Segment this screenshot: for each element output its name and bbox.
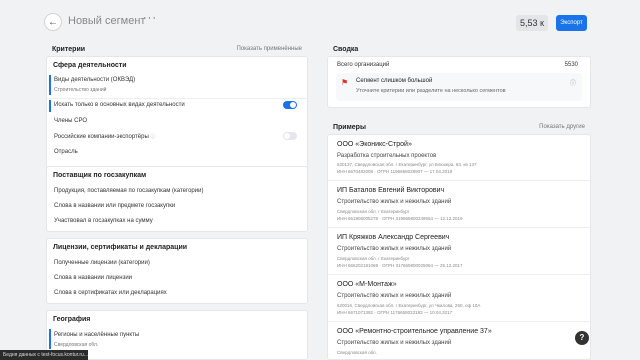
criteria-title: Критерии <box>52 45 86 53</box>
org-address: Свердловская обл. <box>337 350 377 355</box>
org-address: Свердловская обл. г Екатеринбург <box>337 256 410 261</box>
show-other-link[interactable]: Показать другие <box>539 124 585 130</box>
words-purchase-label[interactable]: Слова в названии или предмете госзакупки <box>54 203 175 209</box>
back-button[interactable]: ← <box>44 13 62 31</box>
org-ids: ИНН 6671071392 · ОГРН 1176658023182 — 10… <box>337 310 453 315</box>
divider <box>328 321 590 322</box>
org-name[interactable]: ООО «М-Монтаж» <box>337 281 397 288</box>
org-ids: ИНН 6670482008 · ОГРН 1196658028907 — 17… <box>337 169 453 174</box>
help-button[interactable]: ? <box>575 331 589 345</box>
count-badge: 5,53 к <box>516 15 548 31</box>
browser-status-bar: Бедня данных с test-focus.kontur.ru... <box>0 350 88 360</box>
org-category: Строительство жилых и нежилых зданий <box>337 199 452 205</box>
sro-label[interactable]: Члены СРО <box>54 118 87 124</box>
main-only-label: Искать только в основных видах деятельно… <box>54 102 185 108</box>
regions-value: Свердловская обл. <box>54 342 99 348</box>
divider <box>328 227 590 228</box>
criteria-column: Критерии Показать применённые Сфера деят… <box>46 40 308 360</box>
examples-title: Примеры <box>333 123 366 131</box>
main-only-toggle[interactable] <box>283 101 297 109</box>
org-category: Строительство жилых и нежилых зданий <box>337 246 452 252</box>
org-address: 620016, Свердловская обл. г Екатеринбург… <box>337 303 481 308</box>
segment-title[interactable]: Новый сегмент <box>68 15 145 27</box>
license-words-label[interactable]: Слова в названии лицензии <box>54 275 132 281</box>
show-applied-link[interactable]: Показать применённые <box>237 46 303 52</box>
summary-column: Сводка Всего организаций 5530 ⚑ Сегмент … <box>327 40 591 360</box>
received-licenses-label[interactable]: Полученные лицензии (категории) <box>54 260 150 266</box>
org-name[interactable]: ИП Баталов Евгений Викторович <box>337 187 444 194</box>
warning-title: Сегмент слишком большой <box>356 78 433 84</box>
supplier-card: Поставщик по госзакупкам Продукция, пост… <box>46 166 308 232</box>
divider <box>328 180 590 181</box>
cert-words-label[interactable]: Слова в сертификатах или декларациях <box>54 290 167 296</box>
export-button[interactable]: Экспорт <box>556 15 587 31</box>
top-bar: ← Новый сегмент ··· 5,53 к Экспорт <box>0 0 640 38</box>
exporters-label: Российские компании-экспортёры ⓘ <box>54 134 156 140</box>
okved-label[interactable]: Виды деятельности (ОКВЭД) <box>54 77 135 83</box>
selected-indicator <box>49 75 51 95</box>
warning-box: ⚑ Сегмент слишком большой Уточните крите… <box>336 73 582 101</box>
all-orgs-value: 5530 <box>564 62 578 68</box>
org-address: Свердловская обл. г Екатеринбург <box>337 209 410 214</box>
info-icon: ⓘ <box>150 134 156 140</box>
org-category: Разработка строительных проектов <box>337 153 437 159</box>
exporters-toggle[interactable] <box>283 132 297 140</box>
org-ids: ИНН 666202181069 · ОГРН 317665800025064 … <box>337 263 463 268</box>
org-category: Строительство жилых и нежилых зданий <box>337 293 452 299</box>
selected-indicator <box>49 100 51 112</box>
products-label[interactable]: Продукция, поставляемая по госзакупкам (… <box>54 188 203 194</box>
info-icon[interactable]: ⓘ <box>570 78 576 87</box>
org-address: 620137, Свердловская обл. г Екатеринбург… <box>337 162 477 167</box>
summary-card: Всего организаций 5530 ⚑ Сегмент слишком… <box>327 56 591 108</box>
sum-label[interactable]: Участвовал в госзакупках на сумму <box>54 218 153 224</box>
org-category: Строительство жилых и нежилых зданий <box>337 340 452 346</box>
activity-title: Сфера деятельности <box>53 62 127 69</box>
org-name[interactable]: ООО «Ремонтно-строительное управление 37… <box>337 328 492 335</box>
divider <box>47 98 307 99</box>
divider <box>328 274 590 275</box>
org-name[interactable]: ООО «Эконикс-Строй» <box>337 141 412 148</box>
okved-value: Строительство зданий <box>54 87 107 93</box>
warning-text: Уточните критерии или разделите на неско… <box>356 88 506 94</box>
summary-title: Сводка <box>333 45 359 53</box>
arrow-left-icon: ← <box>48 16 58 28</box>
regions-label[interactable]: Регионы и населённые пункты <box>54 332 139 338</box>
org-ids: ИНН 661906005278 · ОГРН 319665800249554 … <box>337 216 463 221</box>
supplier-title: Поставщик по госзакупкам <box>53 172 147 179</box>
org-name[interactable]: ИП Кряжков Александр Сергеевич <box>337 234 449 241</box>
more-options-icon[interactable]: ··· <box>143 12 157 24</box>
examples-card: ООО «Эконикс-Строй» Разработка строитель… <box>327 134 591 360</box>
licenses-title: Лицензии, сертификаты и декларации <box>53 244 188 251</box>
flag-icon: ⚑ <box>341 78 349 87</box>
all-orgs-label: Всего организаций <box>337 62 390 68</box>
selected-indicator <box>49 329 51 349</box>
industry-label[interactable]: Отрасль <box>54 149 78 155</box>
geo-title: География <box>53 316 91 323</box>
licenses-card: Лицензии, сертификаты и декларации Получ… <box>46 238 308 304</box>
